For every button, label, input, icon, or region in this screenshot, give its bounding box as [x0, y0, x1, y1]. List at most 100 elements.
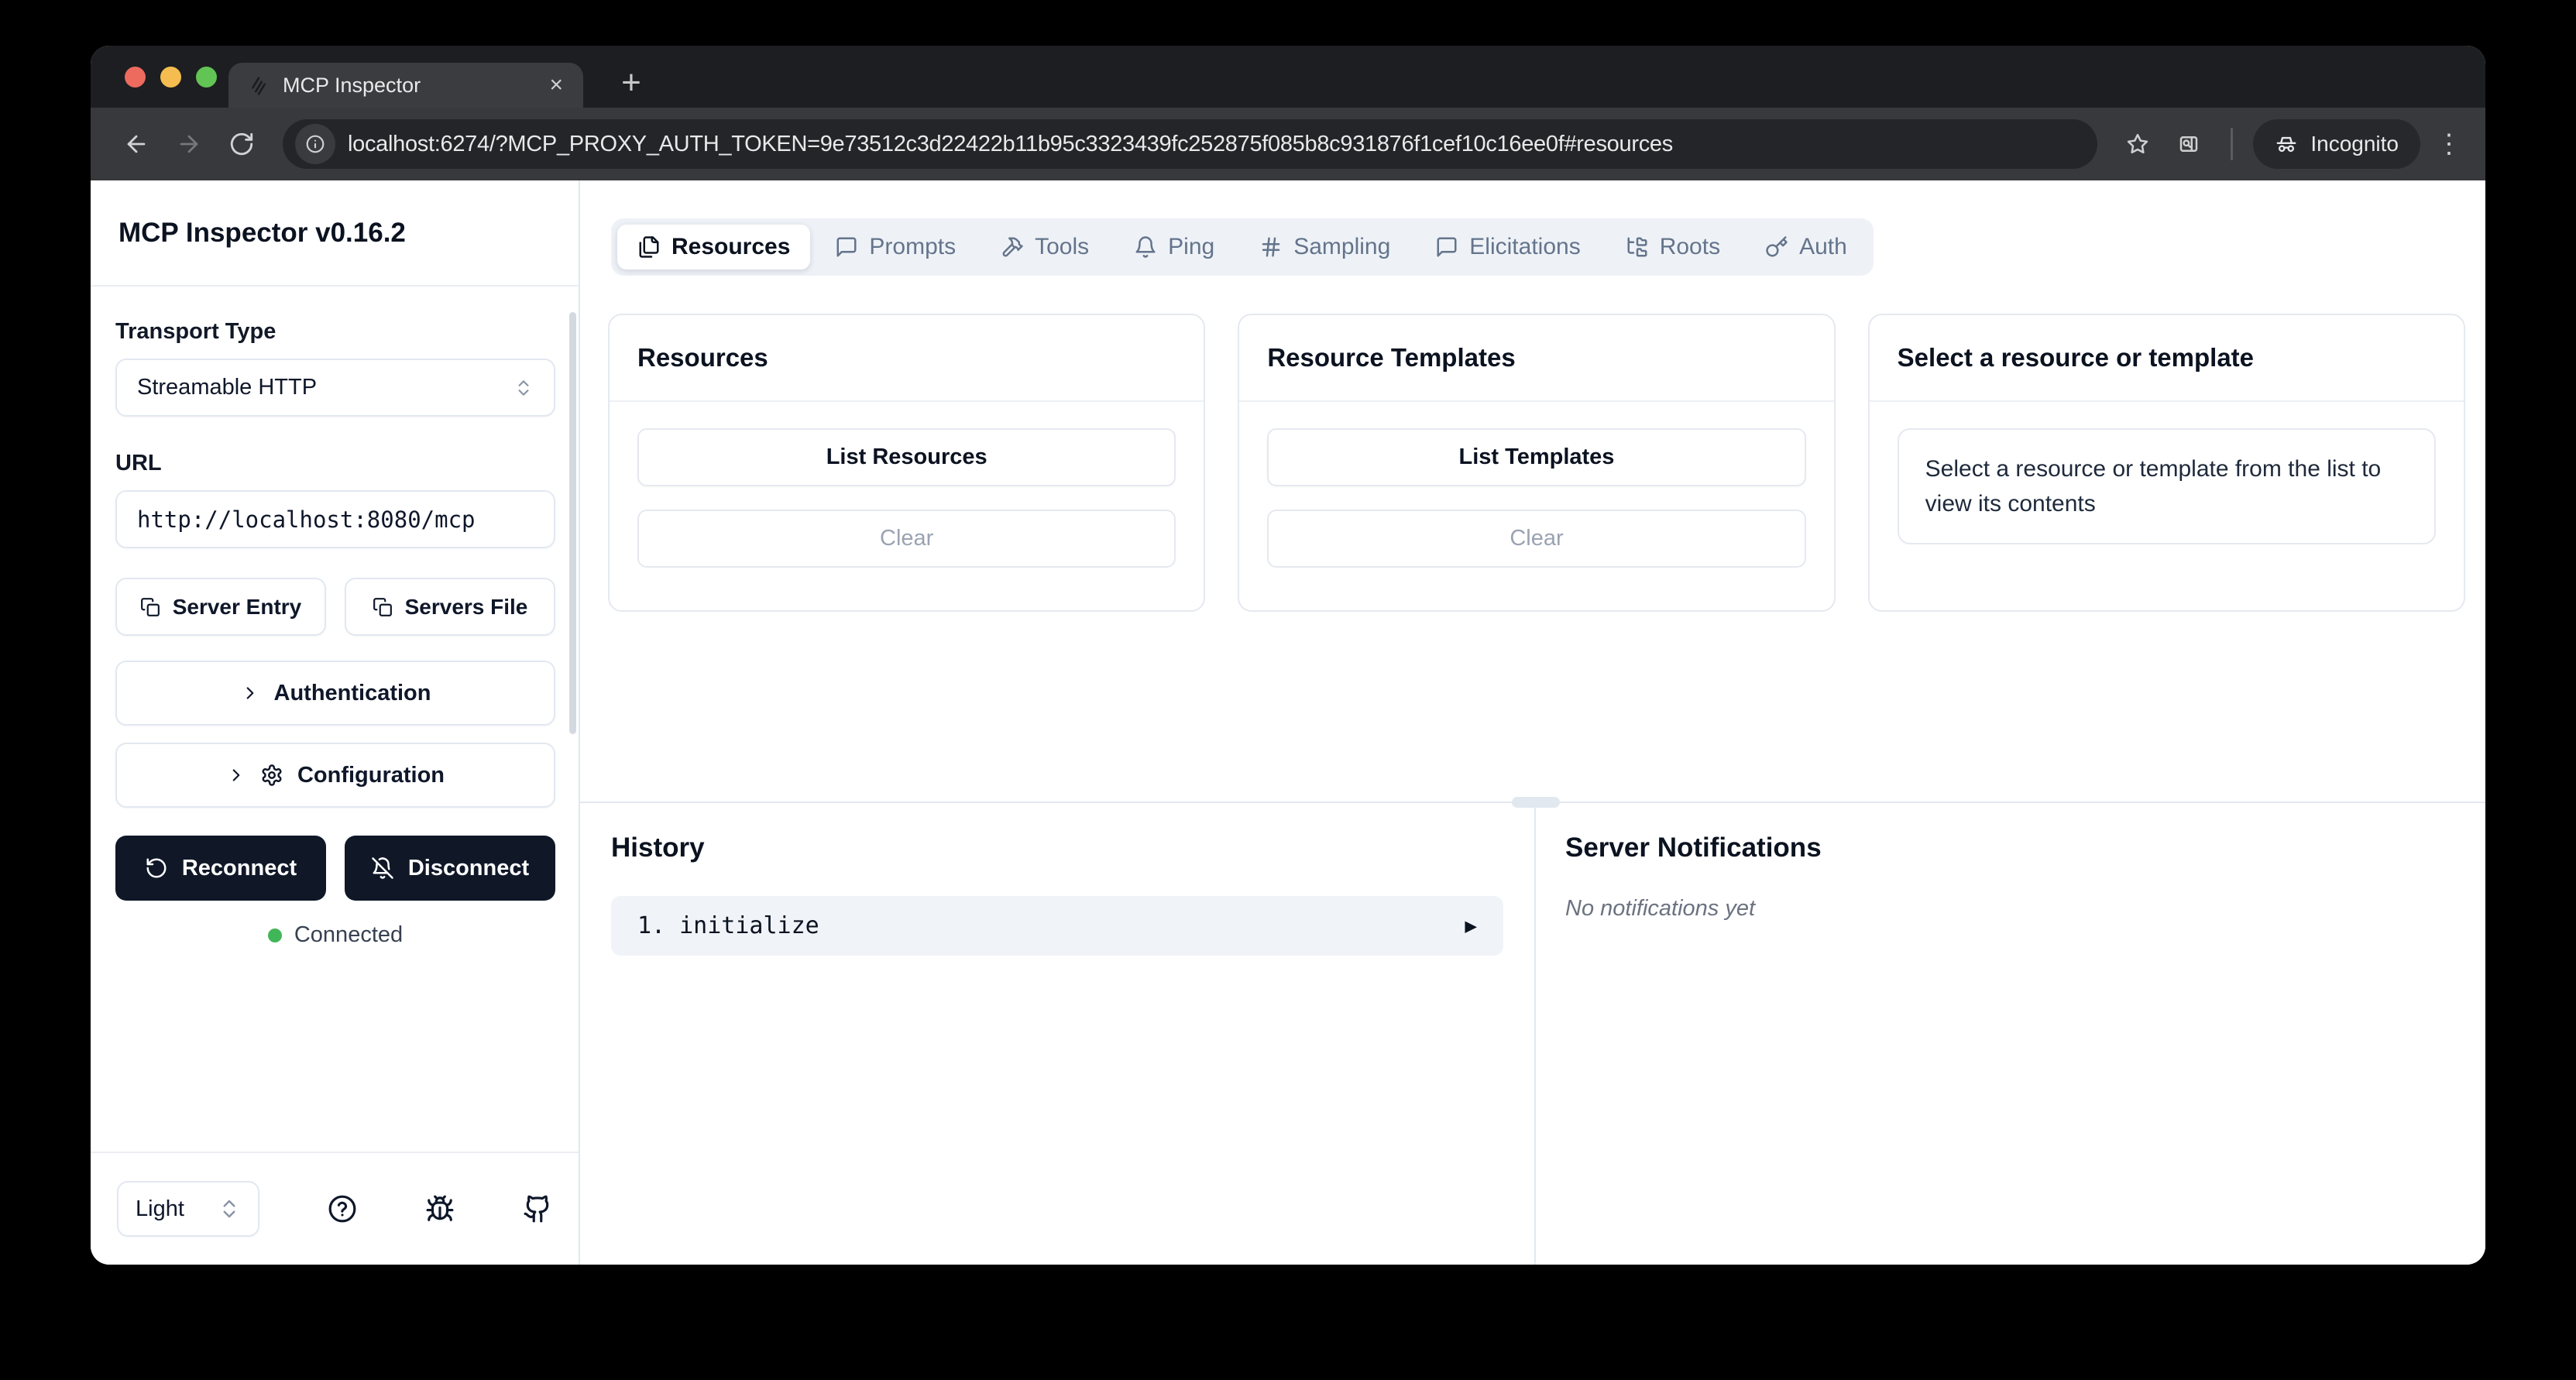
- server-notifications-title: Server Notifications: [1565, 832, 1822, 863]
- app-title: MCP Inspector v0.16.2: [91, 180, 579, 287]
- tab-resources[interactable]: Resources: [617, 225, 811, 269]
- history-item-method: initialize: [679, 912, 819, 939]
- tab-label: Auth: [1799, 234, 1847, 259]
- copy-icon: [140, 597, 160, 616]
- hammer-icon: [1002, 237, 1023, 257]
- disconnect-label: Disconnect: [407, 855, 530, 881]
- tab-label: Roots: [1659, 234, 1721, 259]
- status-dot: [267, 928, 282, 942]
- authentication-toggle[interactable]: Authentication: [115, 661, 555, 726]
- github-icon: [524, 1195, 549, 1223]
- toolbar-divider: [2231, 128, 2234, 160]
- tab-title: MCP Inspector: [283, 73, 421, 97]
- tab-label: Sampling: [1293, 234, 1391, 259]
- clear-resources-button[interactable]: Clear: [637, 510, 1176, 568]
- reconnect-label: Reconnect: [181, 855, 297, 881]
- tab-label: Elicitations: [1469, 234, 1581, 259]
- chevron-right-icon: [246, 687, 253, 699]
- theme-select[interactable]: Light: [117, 1181, 259, 1237]
- main-area: Resources Prompts Tools Ping Sampling El…: [580, 180, 2485, 1265]
- theme-value: Light: [136, 1196, 184, 1221]
- expand-icon[interactable]: ▶: [1465, 915, 1477, 938]
- list-resources-button[interactable]: List Resources: [637, 428, 1176, 486]
- resource-templates-panel-title: Resource Templates: [1239, 315, 1834, 402]
- resource-preview-placeholder: Select a resource or template from the l…: [1897, 428, 2436, 544]
- server-notifications-pane: Server Notifications No notifications ye…: [1536, 803, 2485, 1265]
- bell-off-icon: [372, 857, 393, 879]
- transport-type-select[interactable]: Streamable HTTP: [115, 359, 555, 417]
- site-info-icon[interactable]: [295, 124, 335, 164]
- forward-button[interactable]: [167, 122, 211, 166]
- tab-auth[interactable]: Auth: [1745, 225, 1867, 269]
- files-icon: [639, 236, 659, 258]
- bug-icon: [426, 1195, 454, 1221]
- side-panel-search-icon[interactable]: [2167, 122, 2210, 166]
- help-circle-icon: [328, 1195, 356, 1223]
- key-icon: [1766, 236, 1788, 257]
- tab-elicitations[interactable]: Elicitations: [1415, 225, 1600, 269]
- resource-preview-panel: Select a resource or template Select a r…: [1867, 314, 2465, 612]
- incognito-icon: [2276, 136, 2296, 153]
- reconnect-button[interactable]: Reconnect: [115, 836, 326, 901]
- clear-templates-button[interactable]: Clear: [1267, 510, 1806, 568]
- configuration-label: Configuration: [297, 762, 445, 788]
- history-item-number: 1.: [637, 912, 666, 939]
- close-tab-icon[interactable]: ×: [549, 74, 563, 97]
- resource-templates-panel: Resource Templates List Templates Clear: [1238, 314, 1836, 612]
- configuration-toggle[interactable]: Configuration: [115, 743, 555, 808]
- url-input-value: http://localhost:8080/mcp: [137, 506, 476, 533]
- browser-menu-button[interactable]: ⋮: [2436, 129, 2462, 160]
- disconnect-button[interactable]: Disconnect: [345, 836, 555, 901]
- sidebar-footer: Light: [91, 1152, 579, 1265]
- tab-ping[interactable]: Ping: [1114, 225, 1235, 269]
- close-window-button[interactable]: [125, 66, 146, 88]
- sidebar: MCP Inspector v0.16.2 Transport Type Str…: [91, 180, 580, 1265]
- chevrons-up-down-icon: [223, 1200, 235, 1218]
- url-input[interactable]: http://localhost:8080/mcp: [115, 490, 555, 548]
- servers-file-button[interactable]: Servers File: [345, 578, 555, 636]
- incognito-badge: Incognito: [2253, 119, 2420, 169]
- new-tab-button[interactable]: +: [611, 63, 651, 103]
- tab-roots[interactable]: Roots: [1606, 225, 1740, 269]
- hash-icon: [1262, 237, 1280, 257]
- transport-type-value: Streamable HTTP: [137, 375, 318, 400]
- copy-icon: [373, 597, 392, 616]
- transport-type-label: Transport Type: [115, 319, 276, 344]
- authentication-label: Authentication: [273, 680, 431, 705]
- resources-panel-title: Resources: [610, 315, 1204, 402]
- tab-sampling[interactable]: Sampling: [1239, 225, 1410, 269]
- minimize-window-button[interactable]: [160, 66, 181, 88]
- window-controls: [125, 46, 217, 108]
- browser-tab[interactable]: MCP Inspector ×: [228, 63, 583, 108]
- browser-tabstrip: MCP Inspector × +: [91, 46, 2485, 108]
- list-templates-button[interactable]: List Templates: [1267, 428, 1806, 486]
- tab-label: Resources: [671, 234, 791, 259]
- restart-icon: [146, 858, 167, 878]
- reload-button[interactable]: [219, 122, 264, 166]
- bookmark-star-icon[interactable]: [2116, 122, 2159, 166]
- feature-tabs: Resources Prompts Tools Ping Sampling El…: [611, 218, 1874, 276]
- browser-window: MCP Inspector × + localhost:6274/?MCP_PR…: [91, 46, 2485, 1265]
- history-item-initialize[interactable]: 1. initialize ▶: [611, 896, 1503, 956]
- status-text: Connected: [294, 922, 404, 947]
- message-square-icon: [836, 237, 857, 257]
- back-button[interactable]: [114, 122, 159, 166]
- notifications-empty-text: No notifications yet: [1565, 896, 1756, 921]
- url-text[interactable]: localhost:6274/?MCP_PROXY_AUTH_TOKEN=9e7…: [348, 132, 1673, 157]
- tab-tools[interactable]: Tools: [981, 225, 1109, 269]
- resources-panel: Resources List Resources Clear: [608, 314, 1206, 612]
- report-bug-button[interactable]: [425, 1194, 455, 1224]
- servers-file-label: Servers File: [404, 594, 528, 619]
- address-bar[interactable]: localhost:6274/?MCP_PROXY_AUTH_TOKEN=9e7…: [283, 119, 2098, 169]
- sidebar-scrollbar[interactable]: [569, 312, 576, 734]
- message-square-icon: [1437, 237, 1457, 257]
- zoom-window-button[interactable]: [196, 66, 217, 88]
- chevrons-up-down-icon: [518, 379, 529, 396]
- tab-label: Tools: [1035, 234, 1090, 259]
- url-label: URL: [115, 451, 162, 475]
- server-entry-button[interactable]: Server Entry: [115, 578, 326, 636]
- help-button[interactable]: [328, 1194, 357, 1224]
- gear-icon: [262, 764, 282, 786]
- tab-prompts[interactable]: Prompts: [815, 225, 976, 269]
- github-button[interactable]: [523, 1194, 552, 1224]
